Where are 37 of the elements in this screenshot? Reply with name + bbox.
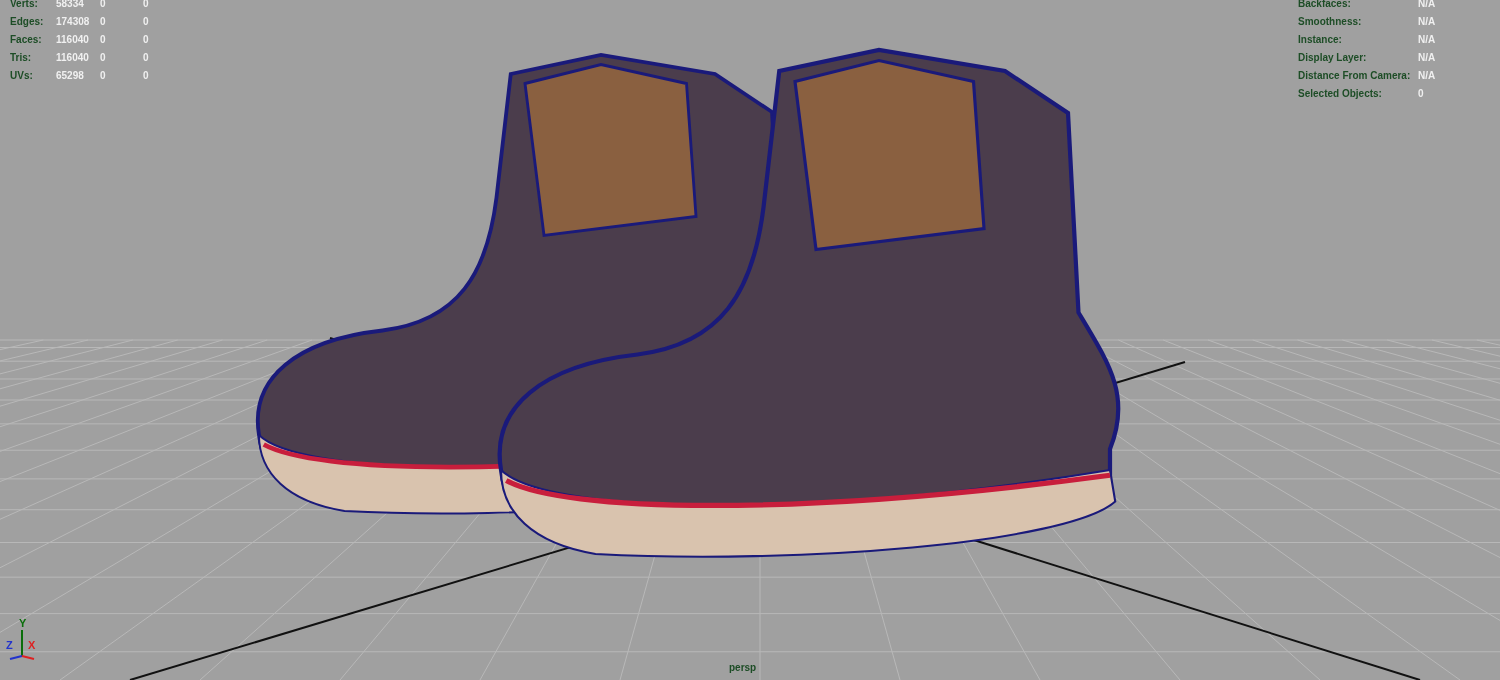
axis-label: Y — [19, 618, 27, 629]
info-label: Instance: — [1298, 33, 1343, 47]
stat-value: 0 — [100, 51, 107, 65]
stat-value: 174308 — [56, 15, 91, 29]
stat-value: 65298 — [56, 69, 85, 83]
info-value: N/A — [1418, 69, 1437, 83]
stat-value: 0 — [100, 33, 107, 47]
info-value: N/A — [1418, 15, 1437, 29]
info-value: N/A — [1418, 0, 1437, 11]
stat-label: Faces: — [10, 33, 43, 47]
camera-label: persp — [729, 662, 757, 673]
stat-value: 0 — [143, 15, 150, 29]
stat-value: 0 — [100, 15, 107, 29]
stat-value: 58334 — [56, 0, 85, 11]
stat-label: Edges: — [10, 15, 45, 29]
info-value: N/A — [1418, 33, 1437, 47]
axis-label: X — [28, 640, 36, 651]
stat-label: Tris: — [10, 51, 33, 65]
info-label: Selected Objects: — [1298, 87, 1383, 101]
stat-value: 0 — [143, 33, 150, 47]
stat-value: 0 — [143, 0, 150, 11]
stat-value: 0 — [143, 69, 150, 83]
info-value: 0 — [1418, 87, 1425, 101]
stat-value: 0 — [143, 51, 150, 65]
info-label: Display Layer: — [1298, 51, 1368, 65]
stat-value: 116040 — [56, 51, 90, 65]
info-value: N/A — [1418, 51, 1437, 65]
stat-label: UVs: — [10, 69, 34, 83]
stat-value: 116040 — [56, 33, 90, 47]
viewport[interactable] — [0, 0, 1500, 680]
axis-label: Z — [6, 640, 13, 651]
stat-value: 0 — [100, 69, 107, 83]
stat-value: 0 — [100, 0, 107, 11]
info-label: Backfaces: — [1298, 0, 1352, 11]
stat-label: Verts: — [10, 0, 39, 11]
info-label: Distance From Camera: — [1298, 69, 1412, 83]
info-label: Smoothness: — [1298, 15, 1363, 29]
